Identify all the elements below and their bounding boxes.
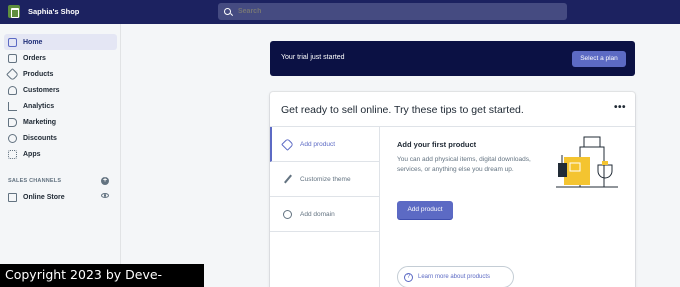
sidebar-item-label: Customers	[23, 86, 60, 94]
brush-icon	[284, 174, 292, 184]
tab-add-domain[interactable]: Add domain	[270, 197, 380, 232]
sidebar-item-discounts[interactable]: Discounts	[4, 130, 117, 146]
trial-banner-text: Your trial just started	[281, 54, 345, 61]
chart-icon	[8, 101, 17, 111]
sidebar-item-label: Orders	[23, 54, 46, 62]
more-actions-icon[interactable]: •••	[614, 102, 626, 113]
sidebar-item-home[interactable]: Home	[4, 34, 117, 50]
sidebar: Home Orders Products Customers Analytics…	[0, 24, 121, 287]
pane-title: Add your first product	[397, 140, 477, 149]
sales-channels-heading: SALES CHANNELS	[8, 178, 62, 184]
sidebar-item-label: Apps	[23, 150, 41, 158]
sidebar-item-products[interactable]: Products	[4, 66, 117, 82]
person-icon	[8, 85, 17, 95]
add-product-button[interactable]: Add product	[397, 201, 453, 219]
add-sales-channel-icon[interactable]: +	[101, 177, 109, 185]
tag-icon	[6, 67, 19, 81]
search-bar[interactable]	[218, 3, 567, 20]
discount-icon	[8, 133, 17, 143]
search-input[interactable]	[238, 8, 538, 15]
megaphone-icon	[8, 117, 17, 127]
tag-icon	[281, 137, 294, 151]
product-illustration	[556, 136, 618, 188]
orders-icon	[8, 53, 17, 63]
setup-guide-card: Get ready to sell online. Try these tips…	[270, 92, 635, 287]
shopify-logo-icon	[8, 5, 20, 18]
tab-label: Add product	[300, 140, 336, 148]
store-name: Saphia's Shop	[28, 7, 80, 16]
sidebar-item-label: Analytics	[23, 102, 55, 110]
help-icon: ?	[404, 272, 413, 282]
sidebar-item-label: Home	[23, 38, 43, 46]
store-icon	[8, 192, 17, 202]
home-icon	[8, 37, 17, 47]
learn-more-label: Learn more about products	[418, 274, 491, 280]
apps-icon	[8, 149, 17, 159]
sidebar-item-customers[interactable]: Customers	[4, 82, 117, 98]
sidebar-item-marketing[interactable]: Marketing	[4, 114, 117, 130]
search-icon	[224, 8, 231, 15]
globe-icon	[283, 209, 292, 219]
card-title: Get ready to sell online. Try these tips…	[281, 104, 524, 116]
trial-banner: Your trial just started Select a plan	[270, 41, 635, 76]
tab-label: Add domain	[300, 210, 335, 218]
tab-add-product[interactable]: Add product	[270, 127, 380, 162]
sidebar-item-label: Products	[23, 70, 54, 78]
top-bar: Saphia's Shop	[0, 0, 680, 24]
copyright-watermark: Copyright 2023 by Deve-point.com	[0, 264, 204, 287]
sidebar-item-label: Discounts	[23, 134, 57, 142]
sidebar-item-orders[interactable]: Orders	[4, 50, 117, 66]
select-plan-button[interactable]: Select a plan	[572, 51, 626, 67]
learn-more-link[interactable]: ? Learn more about products	[397, 266, 514, 287]
sidebar-item-analytics[interactable]: Analytics	[4, 98, 117, 114]
sidebar-item-label: Online Store	[23, 193, 65, 201]
tab-customize-theme[interactable]: Customize theme	[270, 162, 380, 197]
pane-description: You can add physical items, digital down…	[397, 156, 531, 173]
view-store-eye-icon[interactable]	[101, 193, 109, 198]
sidebar-item-apps[interactable]: Apps	[4, 146, 117, 162]
setup-tabs: Add product Customize theme Add domain	[270, 127, 380, 287]
tab-label: Customize theme	[300, 175, 351, 183]
sidebar-item-online-store[interactable]: Online Store	[4, 189, 117, 205]
sidebar-item-label: Marketing	[23, 118, 57, 126]
store-switcher[interactable]: Saphia's Shop	[8, 5, 79, 18]
